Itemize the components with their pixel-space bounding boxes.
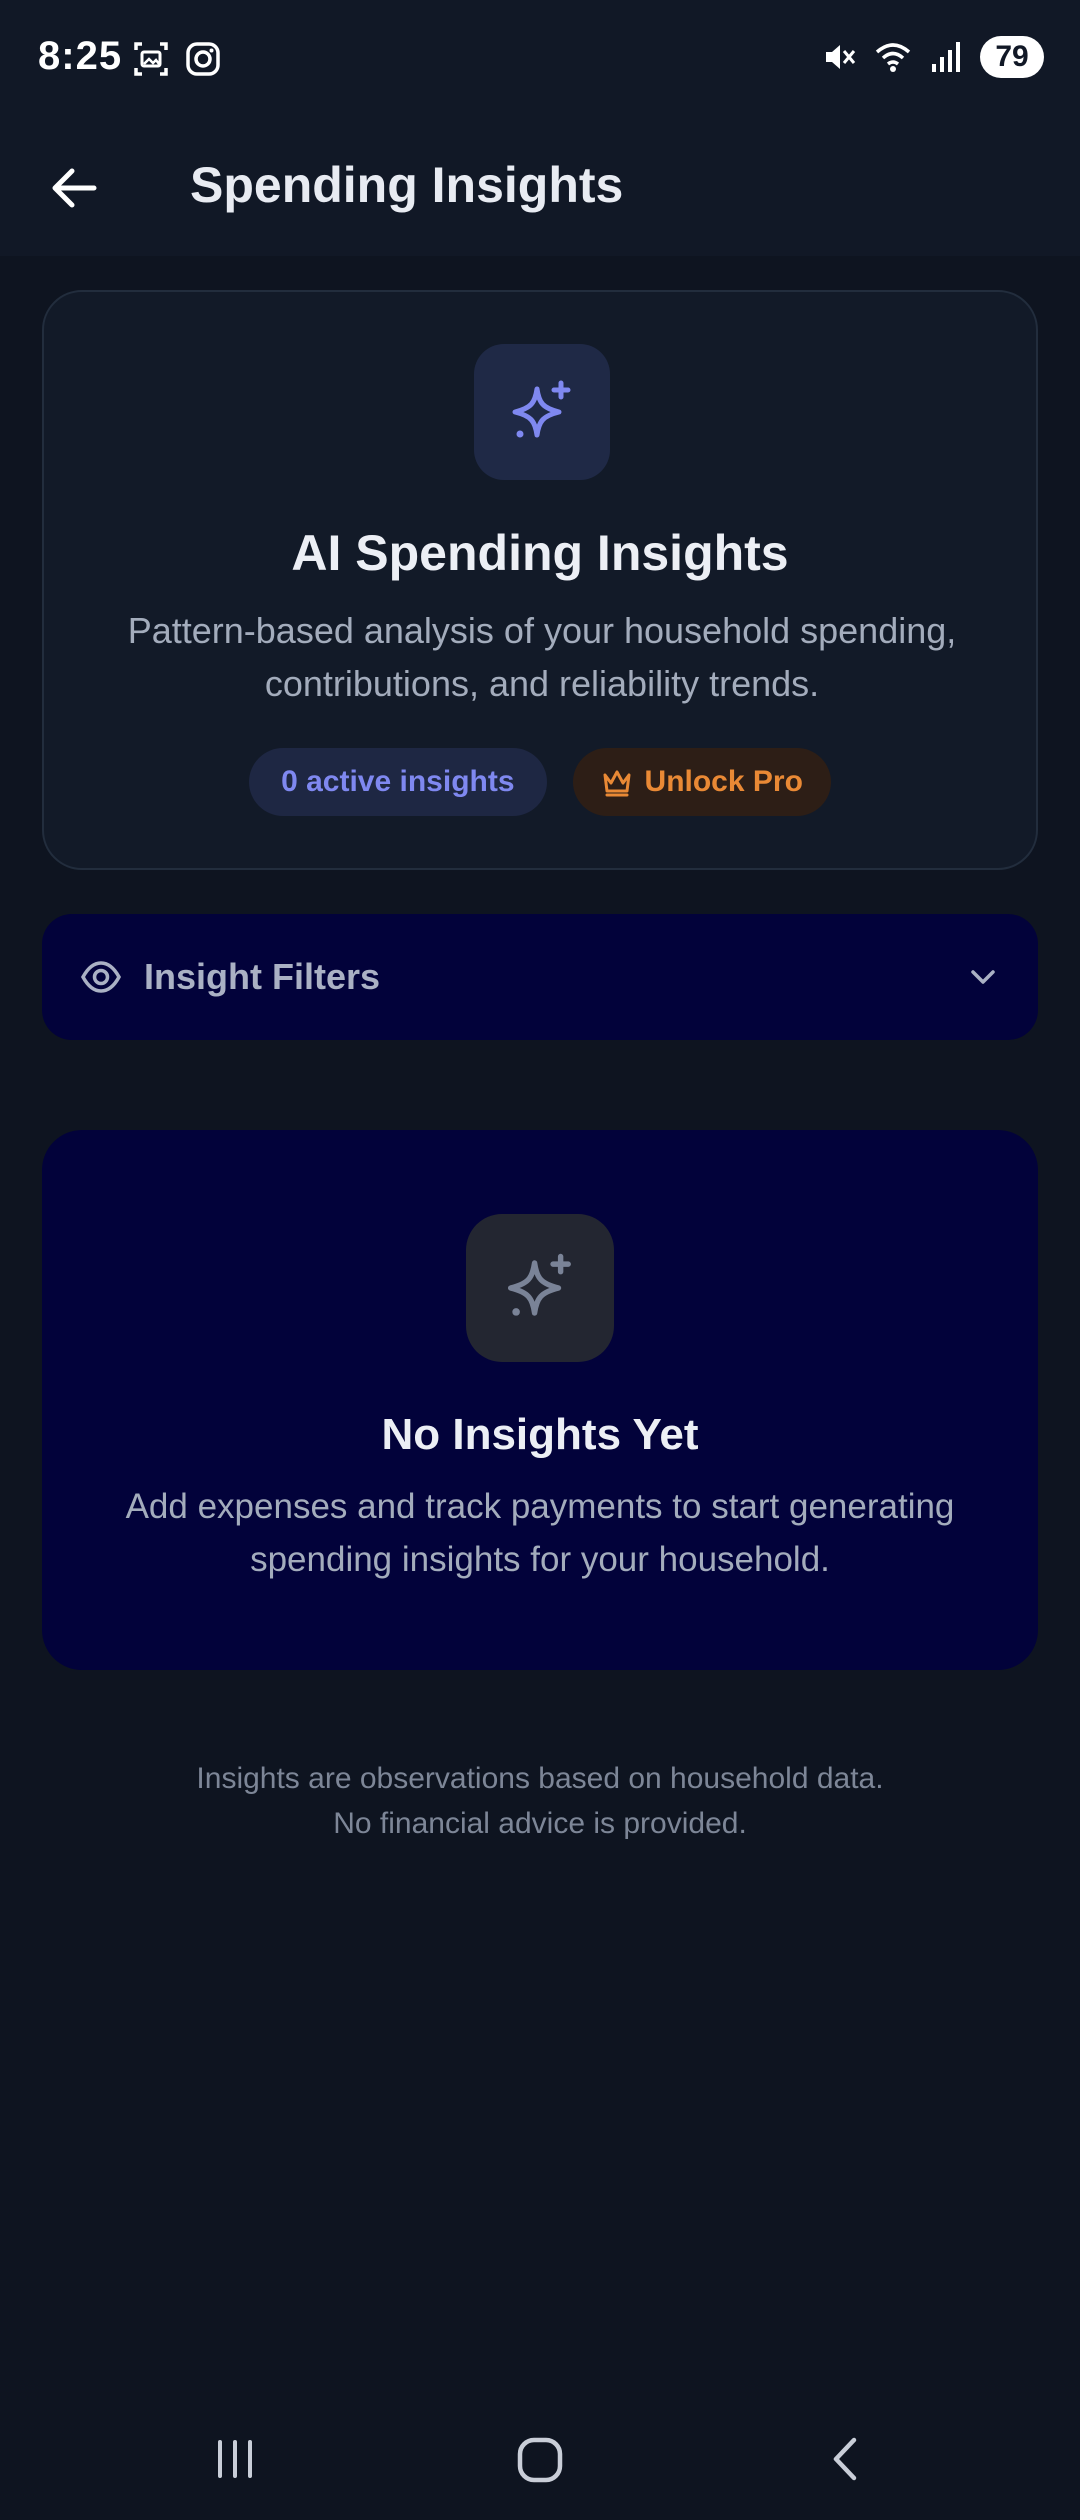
screenshot-icon xyxy=(134,42,168,76)
eye-icon xyxy=(81,961,121,993)
disclaimer-line-2: No financial advice is provided. xyxy=(333,1807,747,1840)
home-icon[interactable] xyxy=(514,2434,566,2486)
status-bar: 8:25 79 xyxy=(0,0,1080,120)
insight-filters-label: Insight Filters xyxy=(144,956,381,997)
sparkles-icon xyxy=(512,380,571,438)
crown-icon xyxy=(603,770,631,797)
wifi-icon xyxy=(875,43,911,72)
status-left-icons xyxy=(132,40,222,78)
signal-icon xyxy=(932,42,960,72)
unlock-pro-button[interactable]: Unlock Pro xyxy=(572,748,831,816)
status-time: 8:25 xyxy=(38,34,123,78)
system-nav-bar xyxy=(0,2400,1080,2520)
active-insights-badge: 0 active insights xyxy=(249,748,547,816)
back-nav-icon[interactable] xyxy=(820,2434,870,2484)
ai-insights-card: AI Spending Insights Pattern-based analy… xyxy=(42,290,1038,870)
empty-state-card: No Insights Yet Add expenses and track p… xyxy=(42,1130,1038,1670)
app-bar: Spending Insights xyxy=(0,120,1080,256)
page-title: Spending Insights xyxy=(190,157,624,213)
unlock-pro-label: Unlock Pro xyxy=(644,765,803,798)
empty-state-description: Add expenses and track payments to start… xyxy=(125,1487,955,1579)
disclaimer-line-1: Insights are observations based on house… xyxy=(196,1762,884,1795)
back-button[interactable] xyxy=(44,158,104,218)
spending-insights-screen: 8:25 79 Spending Insights AI Spending In… xyxy=(0,0,1080,2520)
hero-title: AI Spending Insights xyxy=(291,525,789,581)
empty-state-title: No Insights Yet xyxy=(381,1410,699,1459)
hero-description: Pattern-based analysis of your household… xyxy=(127,610,957,704)
sparkles-icon xyxy=(507,1253,571,1316)
arrow-left-icon xyxy=(52,168,97,208)
chevron-down-icon xyxy=(971,970,995,984)
recent-apps-icon[interactable] xyxy=(210,2434,260,2484)
mute-icon xyxy=(826,45,856,69)
disclaimer: Insights are observations based on house… xyxy=(80,1756,1000,1846)
battery-indicator: 79 xyxy=(980,36,1044,78)
insight-filters-toggle[interactable]: Insight Filters xyxy=(42,914,1038,1040)
instagram-icon xyxy=(186,42,220,76)
hero-icon-container xyxy=(474,344,610,480)
status-right-icons: 79 xyxy=(820,36,1044,78)
empty-state-icon-container xyxy=(466,1214,614,1362)
badge-row: 0 active insights Unlock Pro xyxy=(44,748,1036,816)
